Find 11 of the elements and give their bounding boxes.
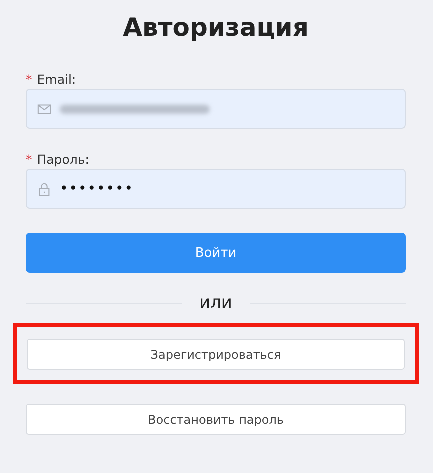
required-mark: * xyxy=(26,151,32,169)
secondary-button[interactable]: Зарегистрироваться xyxy=(27,339,405,370)
page-title: Авторизация xyxy=(122,12,310,44)
password-field[interactable]: •••••••• xyxy=(26,169,406,209)
required-mark: * xyxy=(26,71,32,89)
divider-text: или xyxy=(200,293,232,313)
email-field[interactable] xyxy=(26,89,406,129)
lock-icon xyxy=(37,182,52,196)
field-label: Email: xyxy=(37,71,76,89)
field-label: Пароль: xyxy=(37,151,90,169)
secondary-button[interactable]: Восстановить пароль xyxy=(26,404,406,435)
